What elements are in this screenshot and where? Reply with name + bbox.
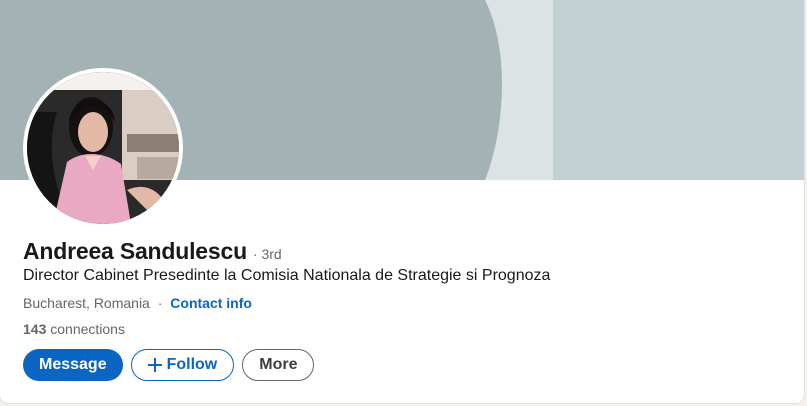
name-row: Andreea Sandulescu · 3rd [23,238,282,265]
separator: · [157,295,163,311]
follow-button[interactable]: Follow [130,349,235,381]
avatar [27,72,179,224]
connection-degree: · 3rd [252,246,282,262]
message-button[interactable]: Message [23,349,123,381]
plus-icon [147,358,162,372]
connections-label: connections [50,321,125,337]
connections-number: 143 [23,321,47,337]
contact-info-link[interactable]: Contact info [170,295,252,311]
location-row: Bucharest, Romania · Contact info [23,295,252,311]
avatar-image [27,72,179,224]
profile-card: Andreea Sandulescu · 3rd Director Cabine… [0,0,804,403]
connections-count[interactable]: 143 connections [23,321,125,337]
message-button-label: Message [39,356,107,373]
more-button[interactable]: More [242,349,315,381]
profile-actions: Message Follow More [23,349,315,381]
follow-button-label: Follow [166,356,218,373]
profile-location: Bucharest, Romania [23,295,150,311]
profile-photo[interactable] [23,68,183,228]
profile-headline: Director Cabinet Presedinte la Comisia N… [23,267,551,284]
more-button-label: More [259,356,298,373]
profile-name: Andreea Sandulescu [23,238,247,264]
